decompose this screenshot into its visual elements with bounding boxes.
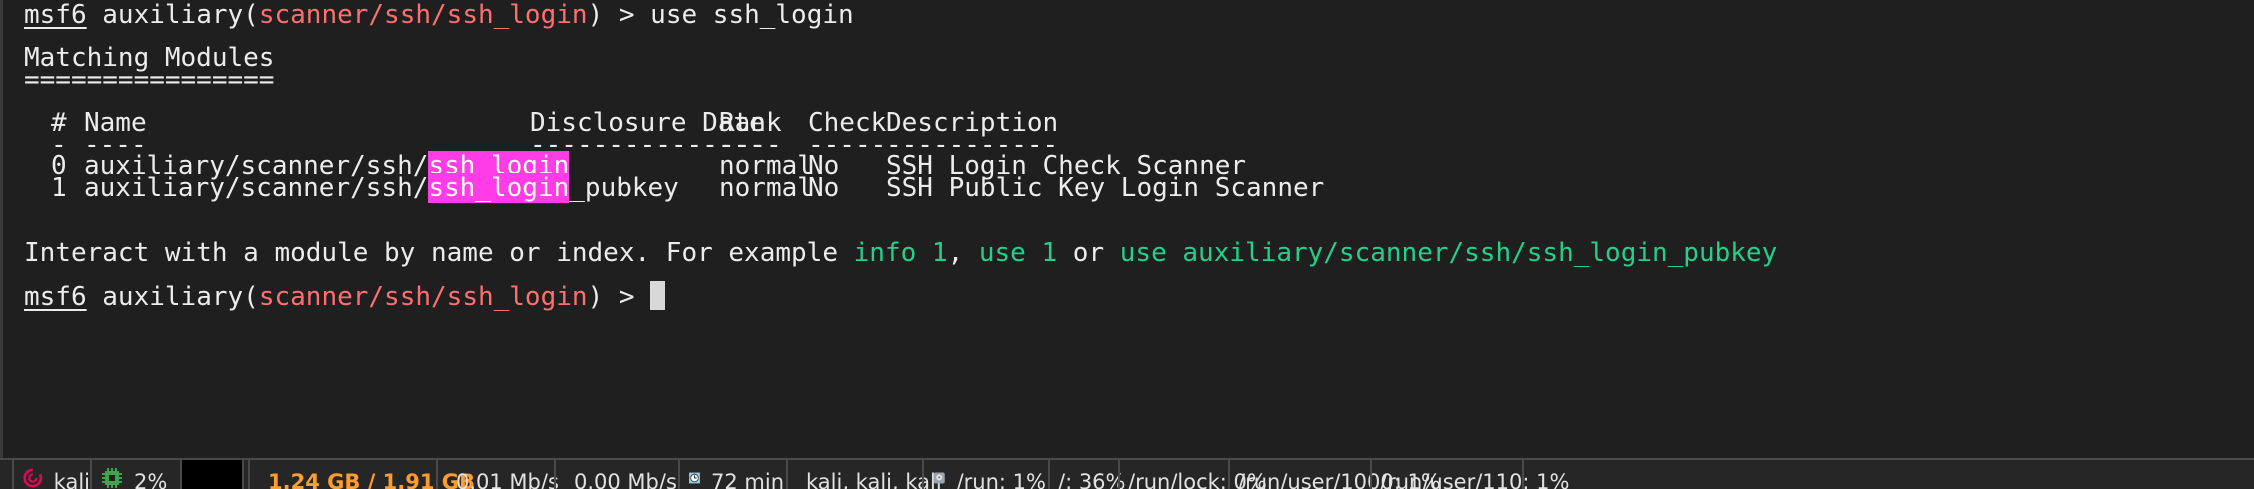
table-row-rank: normal [719,173,813,203]
debian-swirl-icon [23,468,43,488]
hint-line: Interact with a module by name or index.… [24,238,1777,269]
status-download[interactable]: 0.00 Mb/s [554,460,677,489]
status-cpu[interactable]: 2% [90,460,180,489]
module-suffix: ) [587,0,604,30]
disk-user110-value: /run/user/110: 1% [1380,470,1570,489]
cpu-value: 2% [134,470,168,489]
msf-prompt: msf6 [24,0,87,30]
disk-run-value: /run: 1% [956,470,1046,489]
hint-separator: or [1057,238,1120,268]
table-row-num: 1 [51,173,67,203]
status-memory[interactable]: 1.24 GB / 1.91 GB [248,460,475,489]
status-host[interactable]: kali [12,460,90,489]
hint-text: Interact with a module by name or index.… [24,238,854,268]
cpu-graph [180,460,244,489]
hint-command-use-index: use 1 [978,238,1058,268]
hint-command-info: info 1 [853,238,948,268]
heading-underline: ================ [24,65,275,95]
search-match-highlight: ssh_login [428,173,570,203]
download-value: 0.00 Mb/s [574,470,677,489]
table-row-check: No [808,173,840,203]
status-disk-run[interactable]: /run: 1% [922,460,1046,489]
status-disk-run-lock[interactable]: /run/lock: 0% [1118,460,1267,489]
prompt-line-current[interactable]: msf6 auxiliary(scanner/ssh/ssh_login) > [24,281,666,313]
terminal-window[interactable]: msf6 auxiliary(scanner/ssh/ssh_login) > … [0,0,2254,458]
uptime-value: 72 min [711,470,784,489]
module-path: scanner/ssh/ssh_login [258,0,588,30]
status-uptime[interactable]: 72 min [678,460,784,489]
status-users[interactable]: kali, kali, kali [786,460,942,489]
status-disk-user110[interactable]: /run/user/110: 1% [1370,460,1569,489]
disk-icon [933,472,945,484]
status-disk-root[interactable]: /: 36% [1048,460,1126,489]
disk-root-value: /: 36% [1058,470,1126,489]
module-prefix: auxiliary( [102,0,259,30]
status-disk-user1000[interactable]: /run/user/1000: 1% [1228,460,1441,489]
cpu-chip-icon [102,468,122,488]
table-row-description: SSH Public Key Login Scanner [886,173,1325,203]
name-prefix: auxiliary/scanner/ssh/ [84,173,429,203]
clock-icon [689,472,700,484]
module-prefix: auxiliary( [102,282,259,312]
prompt-line: msf6 auxiliary(scanner/ssh/ssh_login) > … [24,0,854,31]
status-upload[interactable]: 0.01 Mb/s [436,460,559,489]
command-text: > [603,282,651,312]
status-bar: kali 2% 1.24 GB / 1.91 GB 0.01 Mb/s 0.00… [0,458,2254,489]
upload-value: 0.01 Mb/s [456,470,559,489]
module-path: scanner/ssh/ssh_login [258,282,588,312]
module-suffix: ) [587,282,604,312]
hint-command-use-path: use auxiliary/scanner/ssh/ssh_login_pubk… [1119,238,1778,268]
command-text: > use ssh_login [603,0,854,30]
text-cursor [650,281,666,310]
hint-separator: , [947,238,979,268]
name-suffix: _pubkey [569,173,679,203]
msf-prompt: msf6 [24,282,87,312]
host-label: kali [53,470,90,489]
table-row-name[interactable]: auxiliary/scanner/ssh/ssh_login_pubkey [84,173,679,204]
